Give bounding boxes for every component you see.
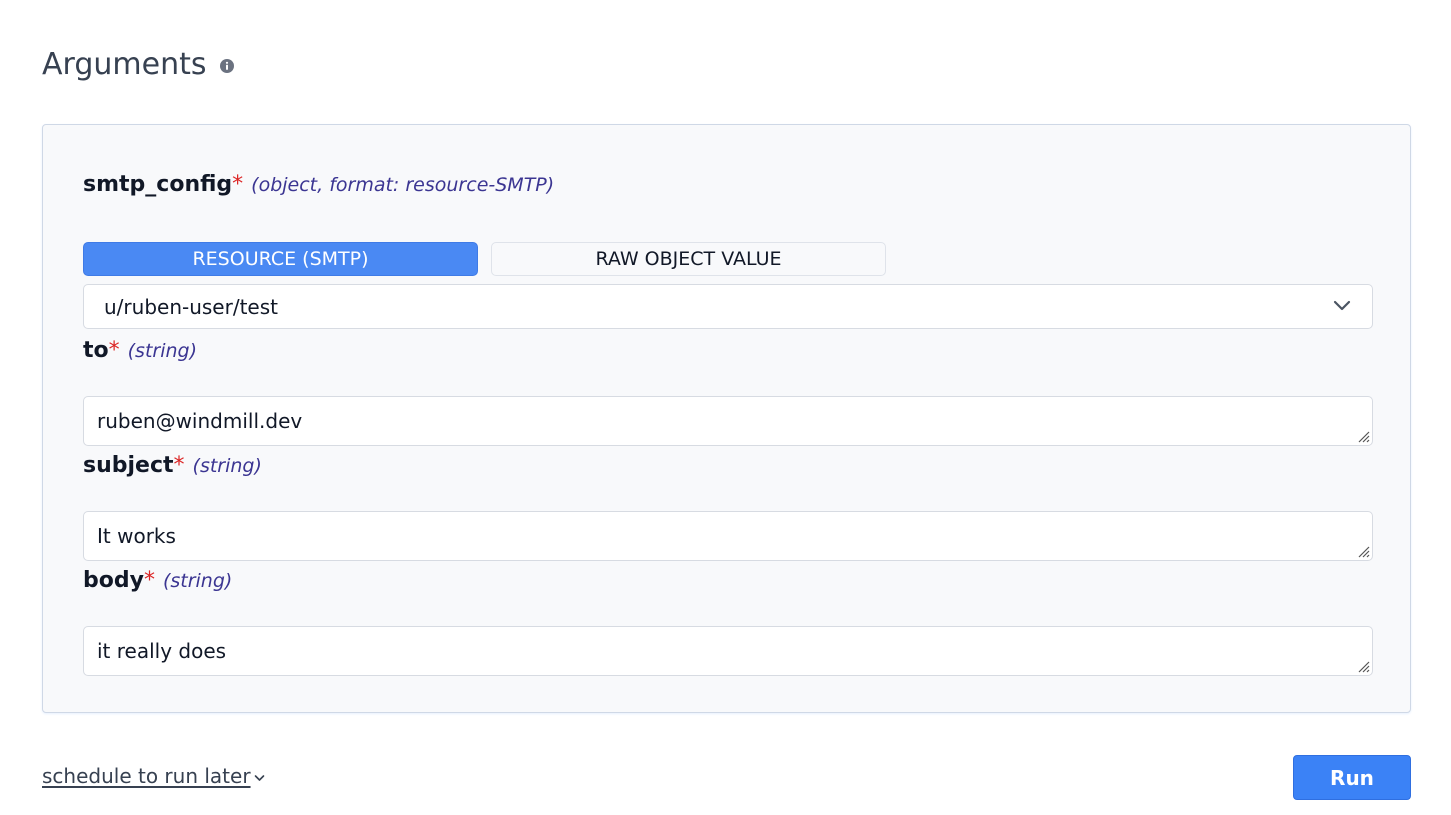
chevron-down-icon [254, 775, 264, 781]
to-label: to * (string) [83, 338, 197, 363]
arguments-panel: smtp_config * (object, format: resource-… [42, 124, 1411, 713]
required-mark: * [232, 172, 244, 197]
smtp-config-mode-toggle: RESOURCE (SMTP) RAW OBJECT VALUE [83, 242, 886, 276]
page-title: Arguments [42, 46, 207, 82]
arguments-page: Arguments smtp_config * (object, format:… [0, 0, 1451, 815]
resize-handle-icon[interactable] [1356, 429, 1370, 443]
field-name: to [83, 338, 109, 363]
resize-handle-icon[interactable] [1356, 544, 1370, 558]
type-hint: (object, format: resource-SMTP) [251, 174, 555, 196]
type-hint: (string) [192, 455, 262, 477]
to-input[interactable]: ruben@windmill.dev [83, 396, 1373, 446]
resource-select-value: u/ruben-user/test [104, 294, 278, 319]
field-name: smtp_config [83, 172, 233, 197]
required-mark: * [143, 568, 155, 593]
subject-label: subject * (string) [83, 453, 262, 478]
field-name: subject [83, 453, 174, 478]
info-icon[interactable] [220, 59, 235, 73]
to-input-value: ruben@windmill.dev [97, 409, 303, 433]
body-input[interactable]: it really does [83, 626, 1373, 676]
type-hint: (string) [127, 340, 198, 362]
subject-input-value: It works [97, 524, 176, 548]
required-mark: * [108, 338, 120, 363]
resize-handle-icon[interactable] [1356, 659, 1370, 673]
schedule-later-link[interactable]: schedule to run later [42, 764, 265, 788]
schedule-later-label: schedule to run later [42, 764, 251, 788]
raw-object-toggle-button[interactable]: RAW OBJECT VALUE [491, 242, 886, 276]
resource-toggle-button[interactable]: RESOURCE (SMTP) [83, 242, 478, 276]
subject-input[interactable]: It works [83, 511, 1373, 561]
field-name: body [83, 568, 144, 593]
title-row: Arguments [42, 44, 235, 84]
required-mark: * [173, 453, 185, 478]
chevron-down-icon [1333, 300, 1351, 311]
smtp-config-label: smtp_config * (object, format: resource-… [83, 172, 554, 197]
run-button[interactable]: Run [1293, 755, 1411, 800]
resource-select[interactable]: u/ruben-user/test [83, 284, 1373, 329]
body-input-value: it really does [97, 639, 227, 663]
type-hint: (string) [162, 570, 233, 592]
body-label: body * (string) [83, 568, 232, 593]
